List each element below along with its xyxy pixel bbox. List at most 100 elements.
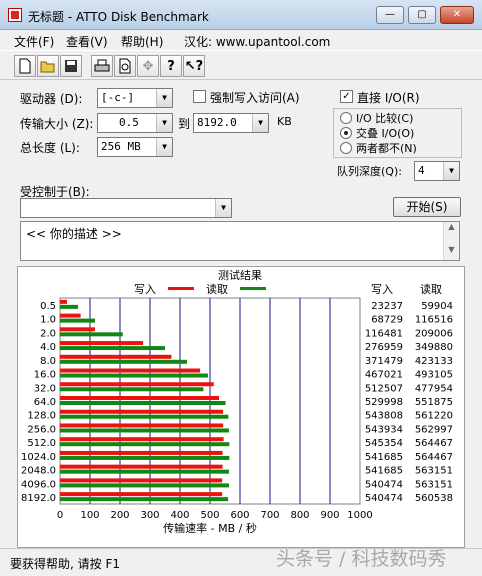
- transfer-size-label: 传输大小 (Z):: [20, 117, 94, 131]
- bar-write: [60, 341, 144, 346]
- write-value: 543808: [365, 411, 403, 422]
- bar-read: [60, 469, 229, 474]
- menu-file[interactable]: 文件(F): [14, 33, 54, 50]
- kb-label: KB: [277, 115, 292, 128]
- bar-write: [60, 396, 219, 400]
- total-length-label: 总长度 (L):: [20, 141, 80, 155]
- y-tick-label: 0.5: [40, 301, 56, 312]
- y-tick-label: 32.0: [34, 383, 56, 394]
- context-help-icon[interactable]: ↖?: [183, 55, 205, 77]
- bar-write: [60, 327, 95, 332]
- y-tick-label: 512.0: [27, 438, 56, 449]
- start-button[interactable]: 开始(S): [393, 197, 461, 217]
- chevron-down-icon: ▼: [156, 138, 172, 156]
- drive-label: 驱动器 (D):: [20, 92, 83, 106]
- write-value: 68729: [371, 315, 403, 326]
- move-icon[interactable]: ✥: [137, 55, 159, 77]
- bar-read: [60, 428, 229, 433]
- chevron-down-icon: ▼: [215, 199, 231, 217]
- total-length-select[interactable]: 256 MB ▼: [97, 137, 173, 157]
- read-value: 477954: [415, 383, 453, 394]
- bar-write: [60, 354, 172, 359]
- write-value: 23237: [371, 301, 403, 312]
- queue-depth-label: 队列深度(Q):: [337, 165, 402, 178]
- open-folder-icon[interactable]: [37, 55, 59, 77]
- new-file-icon[interactable]: [14, 55, 36, 77]
- menu-help[interactable]: 帮助(H): [121, 33, 163, 50]
- bar-write: [60, 450, 223, 455]
- y-tick-label: 4.0: [40, 342, 56, 353]
- x-tick-label: 100: [80, 510, 99, 521]
- y-tick-label: 8.0: [40, 356, 56, 367]
- controlled-by-select[interactable]: ▼: [20, 198, 232, 218]
- write-value: 276959: [365, 342, 403, 353]
- maximize-button[interactable]: ▢: [408, 6, 436, 24]
- drive-select-value: [-c-]: [101, 91, 135, 104]
- read-column-header: 读取: [420, 282, 442, 296]
- direct-io-checkbox[interactable]: ✓: [340, 90, 353, 103]
- chevron-down-icon: ▼: [156, 89, 172, 107]
- minimize-button[interactable]: —: [376, 6, 404, 24]
- help-icon[interactable]: ?: [160, 55, 182, 77]
- bar-read: [60, 318, 95, 323]
- overlapped-io-radio[interactable]: [340, 127, 352, 139]
- read-value: 562997: [415, 424, 453, 435]
- scroll-up-icon[interactable]: ▲: [444, 222, 459, 231]
- description-text: << 你的描述 >>: [26, 227, 122, 241]
- x-tick-label: 900: [320, 510, 339, 521]
- transfer-to-select[interactable]: 8192.0 ▼: [193, 113, 269, 133]
- bar-write: [60, 299, 67, 304]
- description-scrollbar[interactable]: ▲ ▼: [443, 222, 459, 260]
- y-tick-label: 1024.0: [21, 452, 56, 463]
- write-value: 529998: [365, 397, 403, 408]
- y-tick-label: 256.0: [27, 424, 56, 435]
- y-tick-label: 2048.0: [21, 466, 56, 477]
- bar-read: [60, 359, 187, 364]
- read-value: 563151: [415, 479, 453, 490]
- write-value: 545354: [365, 438, 403, 449]
- bar-read: [60, 387, 204, 392]
- x-tick-label: 700: [260, 510, 279, 521]
- write-value: 371479: [365, 356, 403, 367]
- print-icon[interactable]: [91, 55, 113, 77]
- x-tick-label: 0: [57, 510, 63, 521]
- transfer-to-value: 8192.0: [197, 116, 237, 129]
- write-value: 116481: [365, 328, 403, 339]
- scroll-down-icon[interactable]: ▼: [444, 245, 459, 254]
- status-help-text: 要获得帮助, 请按 F1: [10, 557, 120, 571]
- menu-site[interactable]: 汉化: www.upantool.com: [184, 33, 330, 50]
- y-tick-label: 2.0: [40, 328, 56, 339]
- direct-io-label: 直接 I/O(R): [357, 91, 420, 105]
- x-tick-label: 1000: [347, 510, 372, 521]
- app-icon: [8, 8, 22, 22]
- description-textarea[interactable]: << 你的描述 >>: [20, 221, 460, 261]
- y-tick-label: 64.0: [34, 397, 56, 408]
- close-button[interactable]: ✕: [440, 6, 474, 24]
- drive-select[interactable]: [-c-] ▼: [97, 88, 173, 108]
- io-compare-radio[interactable]: [340, 112, 352, 124]
- read-value: 423133: [415, 356, 453, 367]
- bar-read: [60, 497, 229, 502]
- menu-bar: 文件(F) 查看(V) 帮助(H) 汉化: www.upantool.com: [0, 30, 482, 50]
- transfer-from-select[interactable]: 0.5 ▼: [97, 113, 173, 133]
- x-tick-label: 800: [290, 510, 309, 521]
- bar-write: [60, 368, 201, 373]
- bar-read: [60, 455, 230, 460]
- benchmark-chart: 测试结果写入 读取 0 100 200 300 400 500 600 700 800 900 1000…: [21, 269, 453, 535]
- io-mode-group: I/O 比较(C) 交叠 I/O(O) 两者都不(N): [333, 108, 462, 158]
- save-icon[interactable]: [60, 55, 82, 77]
- print-preview-icon[interactable]: [114, 55, 136, 77]
- force-write-checkbox[interactable]: [193, 90, 206, 103]
- neither-radio[interactable]: [340, 142, 352, 154]
- bar-read: [60, 373, 208, 378]
- bar-write: [60, 478, 223, 483]
- menu-view[interactable]: 查看(V): [66, 33, 108, 50]
- title-bar: 无标题 - ATTO Disk Benchmark — ▢ ✕: [0, 0, 482, 30]
- legend-label-1: 读取: [206, 282, 228, 296]
- total-length-value: 256 MB: [101, 140, 141, 153]
- bar-write: [60, 437, 224, 442]
- write-value: 540474: [365, 479, 403, 490]
- queue-depth-select[interactable]: 4 ▼: [414, 161, 460, 181]
- bar-write: [60, 382, 214, 387]
- window-title: 无标题 - ATTO Disk Benchmark: [28, 10, 209, 24]
